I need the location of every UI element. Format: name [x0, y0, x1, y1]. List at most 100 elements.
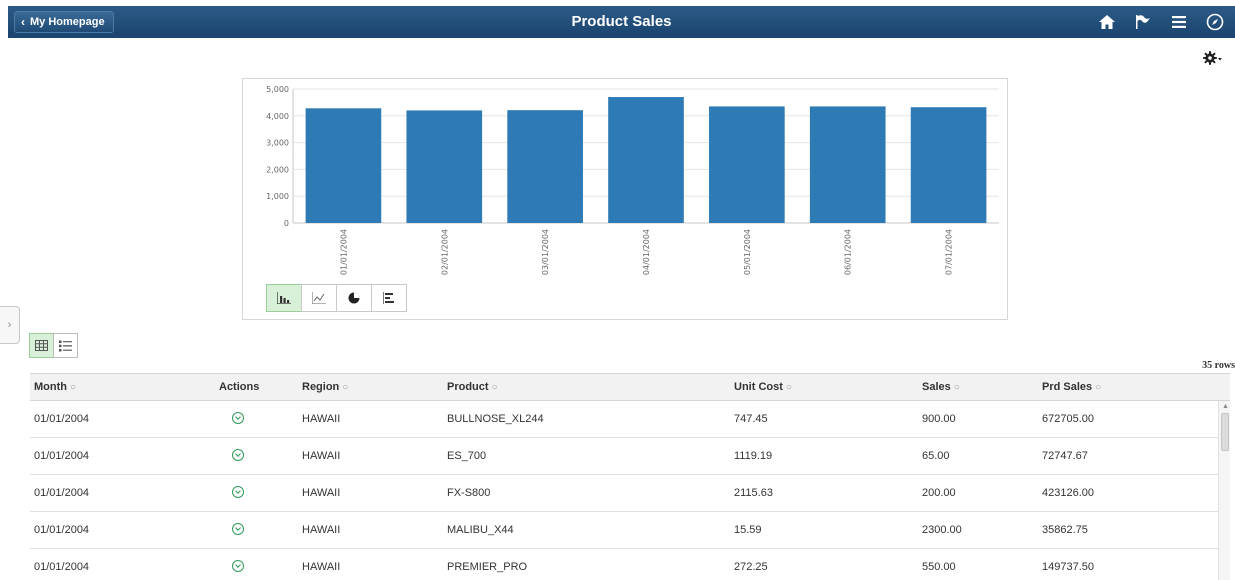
cell-month: 01/01/2004: [34, 450, 90, 462]
cell-prd-sales: 149737.50: [1042, 561, 1094, 573]
cell-unit-cost: 1119.19: [734, 450, 773, 462]
cell-sales: 65.00: [922, 450, 950, 462]
view-toggle: [29, 333, 78, 358]
cell-prd-sales: 35862.75: [1042, 524, 1088, 536]
gear-icon[interactable]: [1203, 50, 1223, 66]
x-tick-label: 04/01/2004: [642, 229, 651, 275]
home-icon[interactable]: [1097, 12, 1117, 32]
cell-sales: 550.00: [922, 561, 956, 573]
grid-body: 01/01/2004 HAWAII BULLNOSE_XL244 747.45 900.…: [30, 401, 1230, 580]
cell-product: MALIBU_X44: [447, 524, 514, 536]
bar: [709, 106, 785, 223]
cell-region: HAWAII: [302, 524, 341, 536]
cell-region: HAWAII: [302, 450, 341, 462]
banner-actions: [1097, 6, 1225, 38]
table-row[interactable]: 01/01/2004 HAWAII FX-S800 2115.63 200.00 4231…: [30, 475, 1230, 512]
x-tick-label: 01/01/2004: [339, 229, 348, 275]
scroll-up-icon[interactable]: ▲: [1222, 403, 1229, 410]
pie-chart-icon[interactable]: [336, 284, 372, 312]
bar: [305, 108, 382, 223]
cell-unit-cost: 15.59: [734, 524, 762, 536]
y-tick-label: 4,000: [266, 112, 289, 121]
column-header-label: Sales: [922, 381, 951, 393]
x-tick-label: 03/01/2004: [541, 229, 550, 275]
cell-month: 01/01/2004: [34, 413, 90, 425]
row-count: 35 rows: [1202, 360, 1235, 371]
bar: [608, 97, 684, 223]
cell-sales: 2300.00: [922, 524, 962, 536]
x-tick-label: 07/01/2004: [945, 229, 954, 275]
grid-header: Month ○ Actions Region ○ Product ○ Unit Cos…: [30, 373, 1230, 401]
y-tick-label: 5,000: [266, 85, 289, 94]
cell-month: 01/01/2004: [34, 487, 90, 499]
bar-chart: 0 1,000 2,000 3,000 4,000 5,000 01/01/2004 02/0…: [266, 85, 999, 275]
chevron-down-circle-icon: [232, 523, 244, 535]
sort-icon: ○: [342, 382, 349, 393]
cell-region: HAWAII: [302, 413, 341, 425]
page-title: Product Sales: [571, 13, 672, 30]
grid-scrollbar[interactable]: ▲: [1218, 401, 1230, 580]
results-grid: Month ○ Actions Region ○ Product ○ Unit Cos…: [30, 373, 1230, 580]
y-tick-label: 1,000: [266, 192, 289, 201]
cell-month: 01/01/2004: [34, 524, 90, 536]
x-tick-label: 02/01/2004: [440, 229, 449, 275]
scroll-thumb[interactable]: [1221, 413, 1229, 451]
navigator-icon[interactable]: [1205, 12, 1225, 32]
bar: [809, 106, 886, 223]
column-header-month[interactable]: Month ○: [34, 374, 76, 401]
column-header-label: Prd Sales: [1042, 381, 1093, 393]
bar: [406, 110, 483, 223]
cell-sales: 900.00: [922, 413, 956, 425]
row-actions-button[interactable]: [232, 438, 244, 474]
chevron-down-circle-icon: [232, 412, 244, 424]
row-actions-button[interactable]: [232, 475, 244, 511]
cell-month: 01/01/2004: [34, 561, 90, 573]
cell-product: BULLNOSE_XL244: [447, 413, 544, 425]
cell-unit-cost: 2115.63: [734, 487, 773, 499]
side-panel-toggle[interactable]: ›: [0, 306, 20, 344]
y-tick-label: 3,000: [266, 139, 289, 148]
x-tick-label: 05/01/2004: [743, 229, 752, 275]
column-header-label: Actions: [219, 381, 260, 393]
bar: [507, 110, 583, 223]
chevron-down-circle-icon: [232, 560, 244, 572]
sort-icon: ○: [1095, 382, 1102, 393]
table-row[interactable]: 01/01/2004 HAWAII ES_700 1119.19 65.00 72747.…: [30, 438, 1230, 475]
table-row[interactable]: 01/01/2004 HAWAII MALIBU_X44 15.59 2300.00 35…: [30, 512, 1230, 549]
column-header-region[interactable]: Region ○: [302, 374, 348, 401]
table-row[interactable]: 01/01/2004 HAWAII PREMIER_PRO 272.25 550.00 1…: [30, 549, 1230, 580]
column-header-prd-sales[interactable]: Prd Sales ○: [1042, 374, 1101, 401]
column-header-sales[interactable]: Sales ○: [922, 374, 960, 401]
y-tick-label: 0: [284, 219, 289, 228]
table-row[interactable]: 01/01/2004 HAWAII BULLNOSE_XL244 747.45 900.…: [30, 401, 1230, 438]
chevron-right-icon: ›: [7, 319, 12, 331]
cell-region: HAWAII: [302, 487, 341, 499]
grid-view-icon[interactable]: [29, 333, 54, 358]
sort-icon: ○: [69, 382, 77, 393]
horizontal-bar-icon[interactable]: [371, 284, 407, 312]
banner: ‹ My Homepage Product Sales: [8, 6, 1235, 38]
y-tick-label: 2,000: [266, 165, 289, 174]
flag-icon[interactable]: [1133, 12, 1153, 32]
cell-product: ES_700: [447, 450, 487, 462]
cell-unit-cost: 747.45: [734, 413, 768, 425]
row-actions-button[interactable]: [232, 401, 244, 437]
line-chart-icon[interactable]: [301, 284, 337, 312]
column-header-unit-cost[interactable]: Unit Cost ○: [734, 374, 792, 401]
bar: [910, 107, 987, 223]
cell-prd-sales: 72747.67: [1042, 450, 1088, 462]
column-header-label: Region: [302, 381, 340, 393]
row-actions-button[interactable]: [232, 549, 244, 580]
row-actions-button[interactable]: [232, 512, 244, 548]
sort-icon: ○: [491, 382, 498, 393]
cell-unit-cost: 272.25: [734, 561, 768, 573]
chevron-down-circle-icon: [232, 486, 244, 498]
column-header-label: Product: [447, 381, 489, 393]
x-tick-label: 06/01/2004: [844, 229, 853, 275]
menu-icon[interactable]: [1169, 12, 1189, 32]
cell-prd-sales: 423126.00: [1042, 487, 1094, 499]
list-view-icon[interactable]: [53, 333, 78, 358]
column-header-label: Month: [34, 381, 67, 393]
bar-chart-icon[interactable]: [266, 284, 302, 312]
column-header-product[interactable]: Product ○: [447, 374, 498, 401]
